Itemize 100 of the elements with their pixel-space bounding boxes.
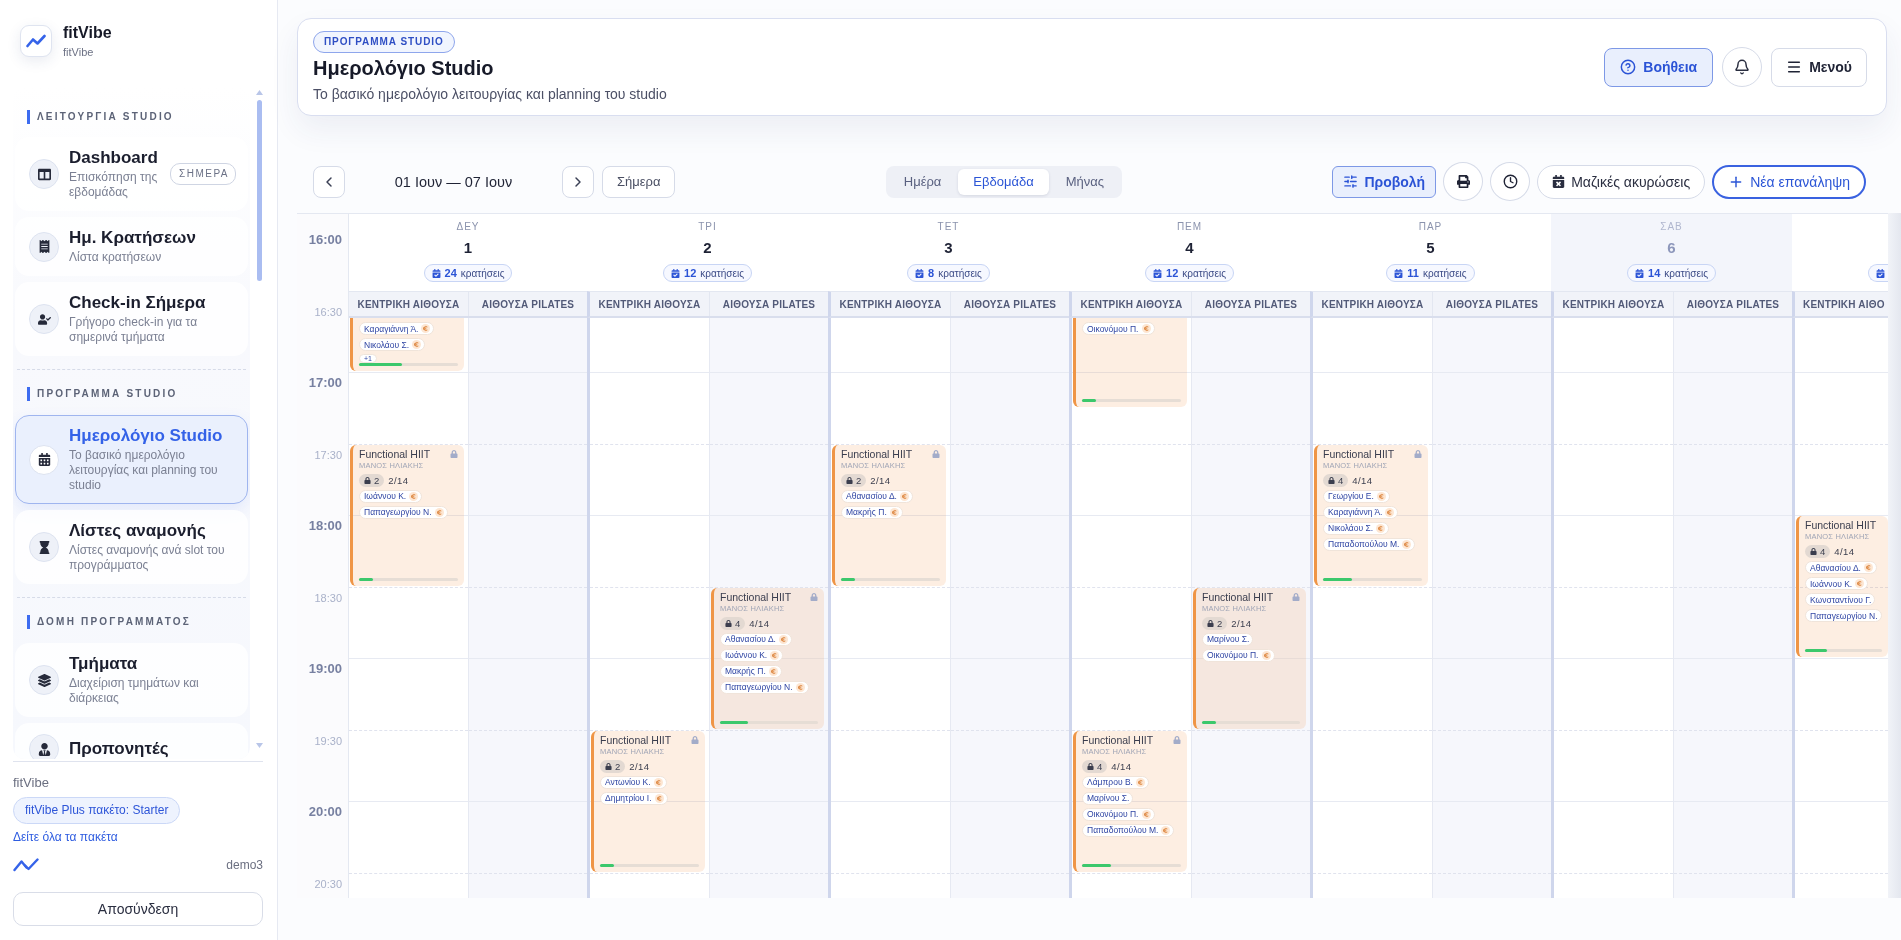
class-title: Functional HIIT	[1323, 447, 1395, 461]
plans-link[interactable]: Δείτε όλα τα πακέτα	[13, 830, 118, 844]
attendee-name: Οικονόμου Π.	[1207, 650, 1259, 660]
room-header: ΚΕΝΤΡΙΚΗ ΑΙΘΟΥΣΑ	[1079, 297, 1184, 312]
page-subtitle: Το βασικό ημερολόγιο λειτουργίας και planning του studio	[313, 85, 667, 103]
attendee-name: Καραγιάννη Ά.	[364, 323, 419, 334]
scroll-up-icon[interactable]	[256, 90, 263, 95]
history-button[interactable]	[1490, 162, 1531, 201]
booked-count: 4/14	[1111, 760, 1132, 772]
sliders-icon	[1343, 174, 1359, 189]
class-title: Functional HIIT	[841, 447, 913, 461]
nav-item[interactable]: Ημερολόγιο Studio Το βασικό ημερολόγιο λειτουργίας και planning του studio	[15, 415, 248, 504]
view-tab[interactable]: Μήνας	[1050, 168, 1120, 195]
nav-item[interactable]: Τμήματα Διαχείριση τμημάτων και διάρκειας	[15, 643, 248, 717]
next-button[interactable]	[562, 165, 594, 198]
nav-item-title: Ημ. Κρατήσεων	[69, 228, 196, 248]
brand-name: fitVibe	[63, 23, 112, 42]
display-button[interactable]: Προβολή	[1332, 165, 1437, 198]
view-tab[interactable]: Ημέρα	[888, 168, 957, 195]
held-count: 4	[1338, 474, 1344, 486]
euro-icon	[1376, 491, 1386, 501]
time-label: 18:00	[308, 519, 342, 533]
scrollbar-thumb[interactable]	[257, 100, 262, 281]
notifications-button[interactable]	[1722, 47, 1763, 87]
nav-item[interactable]: Προπονητές	[15, 723, 248, 759]
section-heading: ΛΕΙΤΟΥΡΓΙΑ STUDIO	[27, 110, 174, 124]
print-button[interactable]	[1443, 162, 1484, 201]
plan-badge: fitVibe Plus πακέτο: Starter	[13, 797, 181, 824]
attendee-name: Οικονόμου Π.	[1087, 809, 1139, 819]
nav-item-subtitle: Γρήγορο check-in για τα σημερινά τμήματα	[69, 315, 199, 345]
attendee-name: Παπαγεωργίου Ν.	[1810, 610, 1878, 621]
help-icon	[1620, 59, 1637, 75]
weekday-label: ΣΑΒ	[1660, 221, 1683, 233]
nav-item-subtitle: Λίστα κρατήσεων	[69, 250, 162, 265]
bookings-label: κρατήσεις	[1182, 267, 1226, 279]
weekday-label: ΠΑΡ	[1418, 221, 1443, 233]
lock-icon	[364, 476, 371, 484]
nav-item-subtitle: Επισκόπηση της εβδομάδας	[69, 170, 159, 200]
weekday-label: ΠΕΜ	[1176, 221, 1203, 233]
time-label: 17:30	[314, 448, 342, 462]
nav-item-subtitle: Το βασικό ημερολόγιο λειτουργίας και planning του studio	[69, 448, 219, 493]
bookings-count: 8	[928, 267, 935, 279]
nav-item-title: Τμήματα	[69, 654, 138, 674]
attendee-name: Οικονόμου Π.	[1087, 323, 1139, 334]
menu-icon	[1786, 59, 1803, 75]
new-recurrence-button[interactable]: Νέα επανάληψη	[1712, 164, 1866, 199]
class-title: Functional HIIT	[600, 733, 672, 747]
class-title: Functional HIIT	[1805, 519, 1877, 532]
euro-icon	[795, 682, 805, 692]
scroll-down-icon[interactable]	[256, 743, 263, 748]
lock-icon	[1207, 619, 1214, 627]
bulk-cancel-button[interactable]: Μαζικές ακυρώσεις	[1537, 164, 1706, 199]
printer-icon	[1456, 175, 1470, 188]
event-card[interactable]: Οικονόμου Π.	[1073, 318, 1187, 407]
weekday-label: ΔΕΥ	[456, 221, 480, 233]
previous-button[interactable]	[313, 165, 345, 198]
euro-icon	[768, 666, 778, 676]
lock-icon	[1328, 476, 1335, 484]
euro-icon	[1141, 324, 1151, 333]
day-number: 6	[1667, 239, 1676, 257]
time-label: 18:30	[314, 591, 342, 605]
attendee-name: Παπαδοπούλου Μ.	[1087, 825, 1159, 835]
lock-icon	[1810, 548, 1817, 555]
organization-name: fitVibe	[13, 775, 49, 791]
bookings-label: κρατήσεις	[700, 267, 744, 279]
logout-button[interactable]: Αποσύνδεση	[13, 892, 263, 926]
euro-icon	[653, 777, 663, 787]
nav-item[interactable]: Check-in Σήμερα Γρήγορο check-in για τα σημερινά τμήματα	[15, 282, 248, 356]
nav-item-subtitle: Λίστες αναμονής ανά slot του προγράμματος	[69, 543, 226, 573]
today-button[interactable]: Σήμερα	[602, 165, 676, 198]
time-label: 17:00	[308, 376, 342, 390]
nav-item-title: Προπονητές	[69, 739, 169, 759]
euro-icon	[1376, 523, 1386, 533]
euro-icon	[770, 650, 780, 660]
calendar-check-icon	[1635, 268, 1645, 278]
help-button[interactable]: Βοήθεια	[1604, 47, 1714, 87]
class-title: Functional HIIT	[1202, 590, 1274, 604]
booked-count: 4/14	[749, 617, 770, 629]
view-tab[interactable]: Εβδομάδα	[958, 168, 1049, 195]
euro-icon	[899, 491, 909, 501]
attendee-name: Αθανασίου Δ.	[725, 634, 776, 644]
time-label: 20:30	[314, 877, 342, 891]
time-label: 20:00	[308, 805, 342, 819]
today-badge: ΣΗΜΕΡΑ	[170, 163, 236, 185]
nav-item[interactable]: Λίστες αναμονής Λίστες αναμονής ανά slot του προγράμματος	[15, 510, 248, 584]
page-title: Ημερολόγιο Studio	[313, 56, 494, 81]
attendee-name: Ιωάννου Κ.	[725, 650, 768, 660]
euro-icon	[1261, 650, 1271, 660]
lock-icon	[605, 762, 612, 770]
held-count: 2	[615, 760, 621, 772]
euro-icon	[654, 793, 664, 803]
attendee-name: Δημητρίου Ι.	[605, 793, 652, 803]
menu-button[interactable]: Μενού	[1771, 47, 1867, 87]
euro-icon	[412, 340, 422, 349]
columns-icon	[29, 159, 59, 189]
clock-icon	[1502, 174, 1518, 189]
calendar-check-icon	[915, 268, 925, 278]
brand-tagline: fitVibe	[63, 45, 94, 59]
euro-icon	[421, 324, 431, 333]
euro-icon	[1135, 777, 1145, 787]
